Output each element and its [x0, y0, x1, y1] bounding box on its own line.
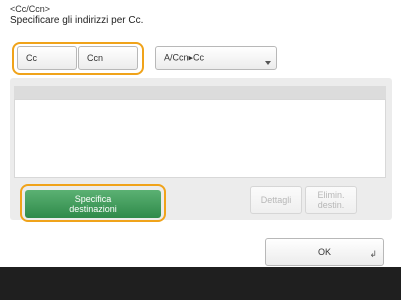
screen-subtitle: Specificare gli indirizzi per Cc.	[10, 15, 144, 26]
ok-button[interactable]: OK ↲	[265, 238, 384, 266]
return-arrow-icon: ↲	[369, 249, 377, 259]
chevron-down-icon	[265, 61, 271, 65]
tab-a-ccn-to-cc-label: A/Ccn▸Cc	[164, 52, 205, 63]
tab-a-ccn-to-cc[interactable]: A/Ccn▸Cc	[155, 46, 277, 70]
bottom-bar	[0, 267, 401, 300]
screen-title: <Cc/Ccn>	[10, 4, 51, 14]
details-label: Dettagli	[260, 195, 292, 205]
details-button[interactable]: Dettagli	[250, 186, 302, 214]
delete-destination-label: Elimin. destin.	[317, 190, 345, 210]
ok-label: OK	[317, 247, 331, 257]
destination-list[interactable]	[14, 99, 386, 178]
delete-destination-button[interactable]: Elimin. destin.	[305, 186, 357, 214]
destination-list-header	[14, 86, 386, 99]
specify-highlight	[20, 184, 166, 222]
tabs-highlight	[12, 42, 144, 75]
